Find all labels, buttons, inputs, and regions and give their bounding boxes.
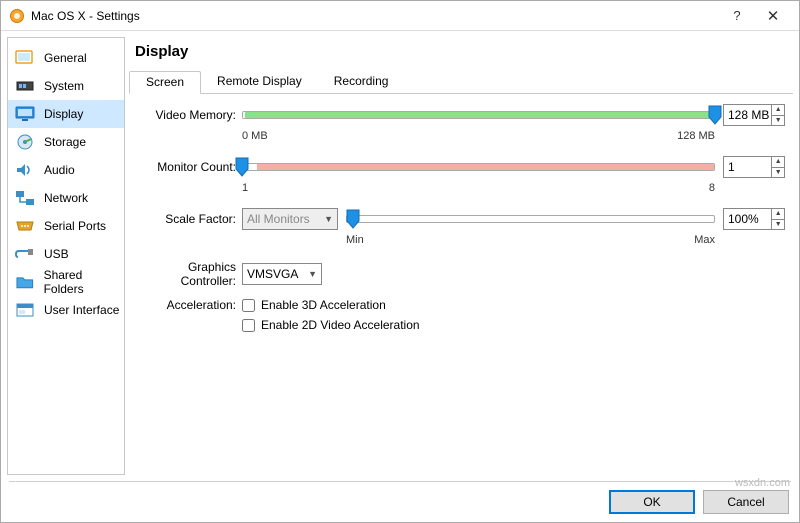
general-icon bbox=[14, 49, 36, 67]
sidebar-item-shared-folders[interactable]: Shared Folders bbox=[8, 268, 124, 296]
sidebar-item-label: Shared Folders bbox=[44, 268, 124, 296]
tab-recording[interactable]: Recording bbox=[318, 71, 405, 94]
video-memory-spinner[interactable]: ▲▼ bbox=[723, 104, 785, 126]
sidebar-item-label: User Interface bbox=[44, 303, 119, 317]
cancel-button[interactable]: Cancel bbox=[703, 490, 789, 514]
acceleration-label: Acceleration: bbox=[137, 298, 242, 312]
page-title: Display bbox=[129, 37, 793, 70]
sidebar-item-label: Display bbox=[44, 107, 83, 121]
slider-thumb-icon[interactable] bbox=[708, 105, 722, 125]
slider-thumb-icon[interactable] bbox=[346, 209, 360, 229]
scale-factor-spinner[interactable]: ▲▼ bbox=[723, 208, 785, 230]
watermark: wsxdn.com bbox=[735, 477, 790, 489]
sidebar-item-label: Network bbox=[44, 191, 88, 205]
monitor-count-label: Monitor Count: bbox=[137, 160, 242, 174]
graphics-controller-value: VMSVGA bbox=[247, 267, 298, 281]
scale-factor-combo-value: All Monitors bbox=[247, 212, 310, 226]
sidebar-item-label: USB bbox=[44, 247, 69, 261]
tab-remote-display[interactable]: Remote Display bbox=[201, 71, 318, 94]
serial-ports-icon bbox=[14, 217, 36, 235]
shared-folders-icon bbox=[14, 273, 36, 291]
sidebar-item-label: General bbox=[44, 51, 87, 65]
ok-button[interactable]: OK bbox=[609, 490, 695, 514]
scale-factor-input[interactable] bbox=[724, 209, 771, 229]
video-memory-max-label: 128 MB bbox=[677, 130, 715, 142]
sidebar-item-label: Audio bbox=[44, 163, 75, 177]
monitor-count-min-label: 1 bbox=[242, 182, 248, 194]
user-interface-icon bbox=[14, 301, 36, 319]
window-title: Mac OS X - Settings bbox=[31, 9, 719, 23]
help-button[interactable]: ? bbox=[719, 8, 755, 23]
sidebar-item-label: Storage bbox=[44, 135, 86, 149]
checkbox-3d[interactable] bbox=[242, 299, 255, 312]
sidebar-item-user-interface[interactable]: User Interface bbox=[8, 296, 124, 324]
monitor-count-max-label: 8 bbox=[709, 182, 715, 194]
footer: OK Cancel bbox=[1, 482, 799, 522]
sidebar-item-storage[interactable]: Storage bbox=[8, 128, 124, 156]
enable-2d-label: Enable 2D Video Acceleration bbox=[261, 318, 420, 332]
close-button[interactable]: ✕ bbox=[755, 7, 791, 25]
app-icon bbox=[9, 8, 25, 24]
system-icon bbox=[14, 77, 36, 95]
video-memory-label: Video Memory: bbox=[137, 108, 242, 122]
sidebar-item-label: Serial Ports bbox=[44, 219, 106, 233]
main-panel: Display Screen Remote Display Recording … bbox=[129, 37, 793, 475]
enable-3d-label: Enable 3D Acceleration bbox=[261, 298, 386, 312]
scale-factor-min-label: Min bbox=[346, 234, 364, 246]
sidebar: General System Display Storage Audio Net… bbox=[7, 37, 125, 475]
sidebar-item-audio[interactable]: Audio bbox=[8, 156, 124, 184]
sidebar-item-display[interactable]: Display bbox=[8, 100, 124, 128]
sidebar-item-system[interactable]: System bbox=[8, 72, 124, 100]
monitor-count-slider[interactable] bbox=[242, 163, 715, 171]
network-icon bbox=[14, 189, 36, 207]
monitor-count-input[interactable] bbox=[724, 157, 771, 177]
tab-screen[interactable]: Screen bbox=[129, 71, 201, 94]
monitor-count-spinner[interactable]: ▲▼ bbox=[723, 156, 785, 178]
video-memory-min-label: 0 MB bbox=[242, 130, 268, 142]
spin-up-icon[interactable]: ▲ bbox=[772, 105, 784, 116]
scale-factor-max-label: Max bbox=[694, 234, 715, 246]
enable-2d-checkbox[interactable]: Enable 2D Video Acceleration bbox=[242, 318, 420, 332]
chevron-down-icon: ▼ bbox=[324, 214, 333, 224]
chevron-down-icon: ▼ bbox=[308, 269, 317, 279]
scale-factor-combo: All Monitors ▼ bbox=[242, 208, 338, 230]
graphics-controller-label: Graphics Controller: bbox=[137, 260, 242, 288]
slider-thumb-icon[interactable] bbox=[235, 157, 249, 177]
spin-up-icon[interactable]: ▲ bbox=[772, 157, 784, 168]
storage-icon bbox=[14, 133, 36, 151]
sidebar-item-serial-ports[interactable]: Serial Ports bbox=[8, 212, 124, 240]
sidebar-item-network[interactable]: Network bbox=[8, 184, 124, 212]
sidebar-item-general[interactable]: General bbox=[8, 44, 124, 72]
display-icon bbox=[14, 105, 36, 123]
audio-icon bbox=[14, 161, 36, 179]
scale-factor-label: Scale Factor: bbox=[137, 212, 242, 226]
checkbox-2d[interactable] bbox=[242, 319, 255, 332]
sidebar-item-label: System bbox=[44, 79, 84, 93]
spin-down-icon[interactable]: ▼ bbox=[772, 220, 784, 230]
spin-up-icon[interactable]: ▲ bbox=[772, 209, 784, 220]
video-memory-slider[interactable] bbox=[242, 111, 715, 119]
graphics-controller-combo[interactable]: VMSVGA ▼ bbox=[242, 263, 322, 285]
spin-down-icon[interactable]: ▼ bbox=[772, 168, 784, 178]
scale-factor-slider[interactable] bbox=[346, 215, 715, 223]
sidebar-item-usb[interactable]: USB bbox=[8, 240, 124, 268]
tabs: Screen Remote Display Recording bbox=[129, 70, 793, 94]
spin-down-icon[interactable]: ▼ bbox=[772, 116, 784, 126]
video-memory-input[interactable] bbox=[724, 105, 771, 125]
enable-3d-checkbox[interactable]: Enable 3D Acceleration bbox=[242, 298, 420, 312]
titlebar: Mac OS X - Settings ? ✕ bbox=[1, 1, 799, 31]
usb-icon bbox=[14, 245, 36, 263]
